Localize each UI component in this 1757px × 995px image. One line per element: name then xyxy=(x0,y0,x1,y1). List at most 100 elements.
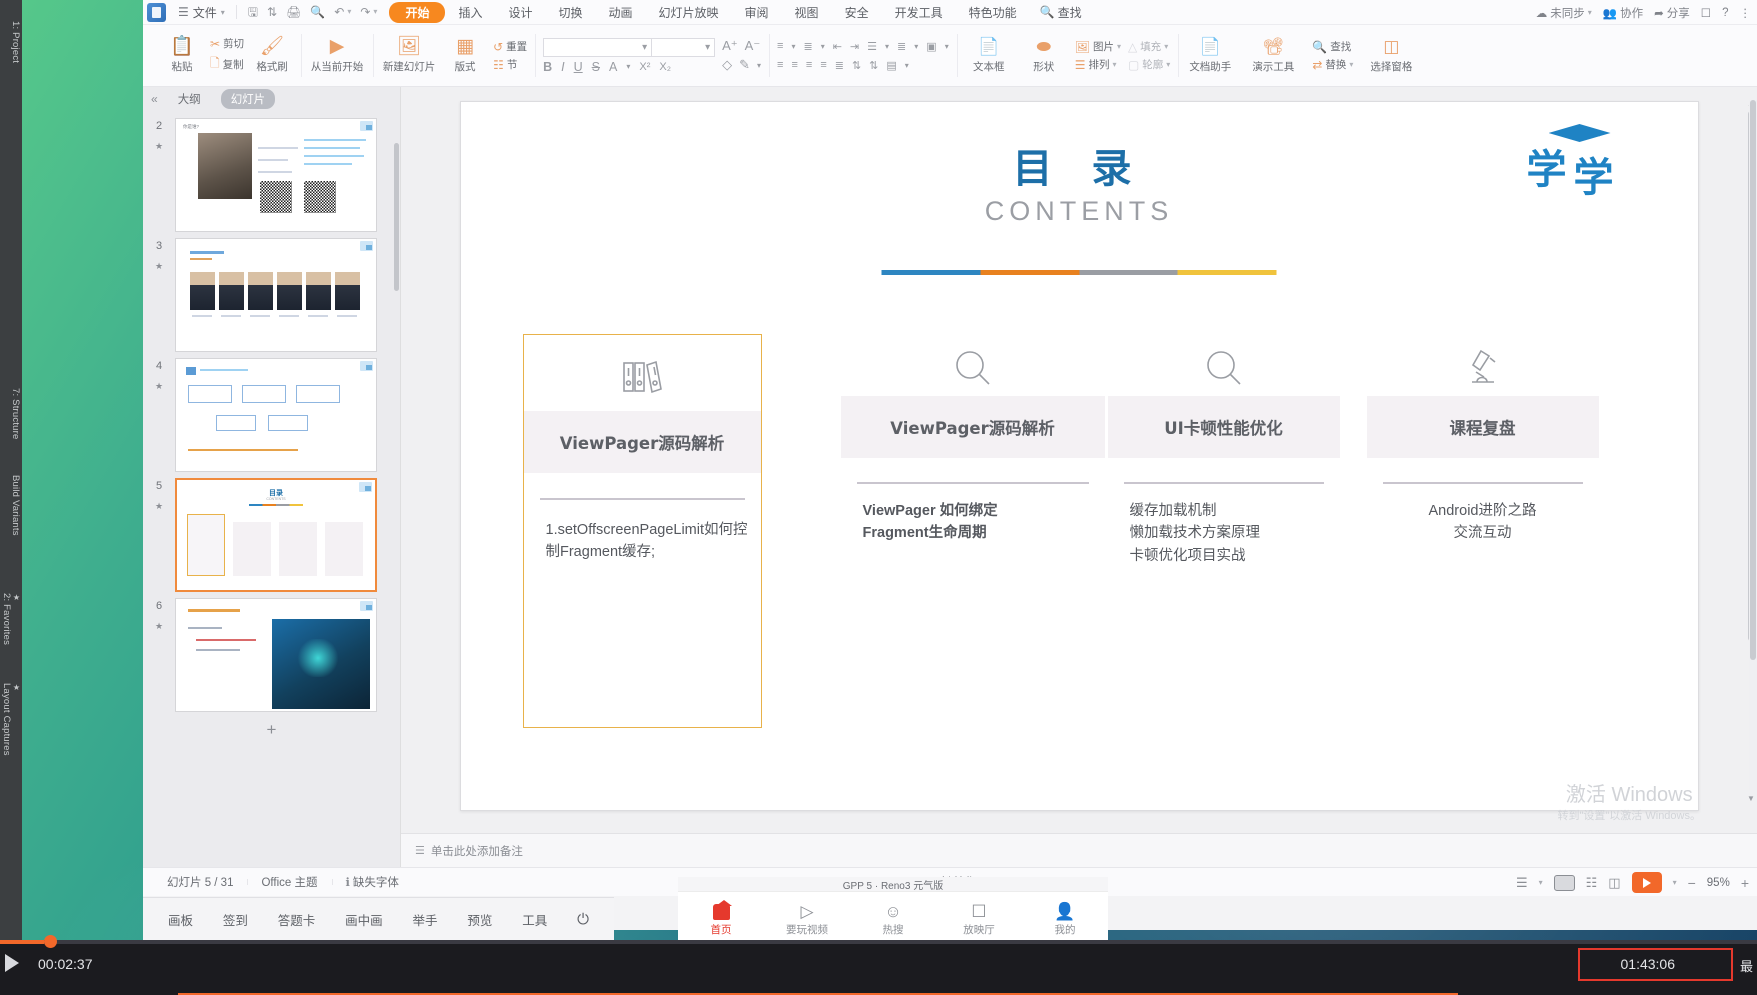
start-from-current-button[interactable]: ▶ 从当前开始 xyxy=(309,37,365,74)
sync-status-button[interactable]: ☁ 未同步 ▾ xyxy=(1536,5,1592,21)
font-size-select[interactable]: ▾ xyxy=(651,38,715,57)
phone-nav-trending[interactable]: ☺ 热搜 xyxy=(858,903,928,937)
contents-card-4[interactable]: 课程复盘 Android进阶之路 交流互动 xyxy=(1367,396,1599,724)
tab-design[interactable]: 设计 xyxy=(495,2,545,23)
normal-view-icon[interactable] xyxy=(1554,875,1575,891)
player-progress-track[interactable] xyxy=(0,940,1757,944)
scroll-down-arrow-icon[interactable]: ▼ xyxy=(1747,794,1755,803)
ide-tab-layout-captures[interactable]: Layout Captures xyxy=(0,680,21,759)
thumbnail-star-icon[interactable]: ★ xyxy=(147,621,171,632)
chevron-down-icon[interactable]: ▾ xyxy=(1539,878,1543,887)
picture-button[interactable]: 🖼 图片 ▾ xyxy=(1075,39,1121,54)
decrease-spacing-icon[interactable]: ⇅ xyxy=(869,59,878,72)
reading-view-icon[interactable]: ◫ xyxy=(1608,875,1620,891)
doc-assistant-button[interactable]: 📄 文档助手 xyxy=(1186,37,1234,74)
subscript-button[interactable]: X₂ xyxy=(659,62,671,73)
undo-chevron-down-icon[interactable]: ▾ xyxy=(347,8,351,16)
phone-nav-profile[interactable]: 👤 我的 xyxy=(1030,903,1100,937)
text-effects-button[interactable]: A xyxy=(609,61,617,74)
shrink-font-button[interactable]: A⁻ xyxy=(745,38,761,54)
chevron-down-icon[interactable]: ▾ xyxy=(821,42,825,51)
layout-button[interactable]: ▦ 版式 xyxy=(444,37,486,74)
player-play-button[interactable] xyxy=(5,954,19,972)
contents-card-3[interactable]: UI卡顿性能优化 缓存加载机制 懒加载技术方案原理 卡顿优化项目实战 xyxy=(1108,396,1340,724)
clear-format-icon[interactable]: ◇ xyxy=(722,57,732,73)
window-mode-icon[interactable]: ☐ xyxy=(1701,6,1711,20)
notes-pane[interactable]: ☰ 单击此处添加备注 xyxy=(401,833,1757,867)
redo-icon[interactable]: ↷ xyxy=(360,6,370,18)
customize-chevron-down-icon[interactable]: ▾ xyxy=(373,8,377,16)
thumbnail-slide-2[interactable]: 你是谁? xyxy=(175,118,377,232)
more-options-icon[interactable]: ⋮ xyxy=(1740,6,1752,20)
superscript-button[interactable]: X² xyxy=(639,62,650,73)
tab-view[interactable]: 视图 xyxy=(782,2,832,23)
tab-developer[interactable]: 开发工具 xyxy=(882,2,956,23)
phone-nav-home[interactable]: 首页 xyxy=(686,904,756,937)
save-icon[interactable]: 🖫 xyxy=(248,6,258,18)
chevron-down-icon[interactable]: ▾ xyxy=(905,61,909,70)
thumbnail-row-selected[interactable]: 5 ★ 目录 CONTENTS xyxy=(143,475,400,595)
smartart-icon[interactable]: ▤ xyxy=(886,59,896,72)
zoom-level-label[interactable]: 95% xyxy=(1707,877,1730,889)
thumbnail-row[interactable]: 2 ★ 你是谁? xyxy=(143,115,400,235)
chevron-down-icon[interactable]: ▾ xyxy=(791,42,795,51)
menu-find-button[interactable]: 🔍 查找 xyxy=(1040,4,1082,21)
chevron-down-icon[interactable]: ▾ xyxy=(885,42,889,51)
status-theme[interactable]: Office 主题 xyxy=(247,874,331,890)
thumbnail-row[interactable]: 4 ★ xyxy=(143,355,400,475)
numbering-icon[interactable]: ≣ xyxy=(803,40,812,53)
increase-spacing-icon[interactable]: ⇅ xyxy=(852,59,861,72)
chevron-down-icon[interactable]: ▾ xyxy=(1117,42,1121,51)
help-icon[interactable]: ? xyxy=(1722,7,1728,19)
collaborate-button[interactable]: 👥 协作 xyxy=(1603,5,1643,21)
chevron-down-icon[interactable]: ▾ xyxy=(945,42,949,51)
slide-canvas-area[interactable]: 学 学 目 录 CONTENTS xyxy=(401,87,1757,833)
columns-icon[interactable]: ☰ xyxy=(867,40,877,53)
thumbnail-star-icon[interactable]: ★ xyxy=(147,261,171,272)
status-missing-font[interactable]: ℹ缺失字体 xyxy=(332,874,413,890)
power-icon[interactable]: ⏻ xyxy=(577,911,589,928)
ide-tab-project[interactable]: 1: Project xyxy=(0,18,21,66)
bullets-icon[interactable]: ≡ xyxy=(777,40,783,52)
align-left-icon[interactable]: ≡ xyxy=(777,59,783,71)
thumbnail-list[interactable]: 2 ★ 你是谁? xyxy=(143,111,400,867)
decrease-indent-icon[interactable]: ⇤ xyxy=(833,40,842,53)
phone-nav-video[interactable]: ▷ 要玩视频 xyxy=(772,903,842,937)
recorder-raisehand-button[interactable]: 举手 xyxy=(413,910,438,929)
cloud-sync-icon[interactable]: ⇅ xyxy=(267,6,277,18)
thumbnail-slide-5[interactable]: 目录 CONTENTS xyxy=(175,478,377,592)
add-slide-button[interactable]: + xyxy=(143,715,400,745)
chevron-down-icon[interactable]: ▾ xyxy=(626,63,630,71)
ide-tab-structure[interactable]: 7: Structure xyxy=(0,385,21,443)
contents-card-2[interactable]: ViewPager源码解析 ViewPager 如何绑定 Fragment生命周… xyxy=(841,396,1105,724)
cut-button[interactable]: ✂ 剪切 xyxy=(210,36,244,51)
select-pane-button[interactable]: ◫ 选择窗格 xyxy=(1360,37,1422,74)
undo-icon[interactable]: ↶ xyxy=(334,6,344,18)
chevron-down-icon[interactable]: ▾ xyxy=(1166,60,1170,69)
format-painter-button[interactable]: 🖌 格式刷 xyxy=(251,37,293,74)
tab-insert[interactable]: 插入 xyxy=(445,2,495,23)
tab-review[interactable]: 审阅 xyxy=(732,2,782,23)
ide-tab-build-variants[interactable]: Build Variants xyxy=(0,472,21,539)
font-family-select[interactable]: ▾ xyxy=(543,38,651,57)
section-button[interactable]: ☷ 节 xyxy=(493,57,527,72)
text-box-button[interactable]: 📄 文本框 xyxy=(965,37,1013,74)
thumbnail-row[interactable]: 6 ★ xyxy=(143,595,400,715)
distribute-icon[interactable]: ≣ xyxy=(835,59,844,72)
collapse-panel-icon[interactable]: « xyxy=(151,92,158,106)
fill-button[interactable]: △ 填充 ▾ xyxy=(1128,39,1170,54)
presentation-tools-button[interactable]: 📽 演示工具 xyxy=(1241,37,1305,74)
arrange-button[interactable]: ☰ 排列 ▾ xyxy=(1075,57,1121,72)
bold-button[interactable]: B xyxy=(543,61,552,74)
thumbnail-row[interactable]: 3 ★ xyxy=(143,235,400,355)
chevron-down-icon[interactable]: ▾ xyxy=(1673,878,1677,887)
notes-toggle-icon[interactable]: ☰ xyxy=(1516,875,1528,891)
panel-tab-outline[interactable]: 大纲 xyxy=(168,89,211,109)
contents-card-1[interactable]: ViewPager源码解析 1.setOffscreenPageLimit如何控… xyxy=(523,334,762,728)
new-slide-button[interactable]: 🖼 新建幻灯片 xyxy=(381,37,437,74)
paste-button[interactable]: 📋 粘贴 xyxy=(161,37,203,74)
tab-slideshow[interactable]: 幻灯片放映 xyxy=(646,2,732,23)
zoom-in-button[interactable]: + xyxy=(1741,875,1749,891)
phone-nav-theater[interactable]: ☐ 放映厅 xyxy=(944,903,1014,937)
recorder-signin-button[interactable]: 签到 xyxy=(223,910,248,929)
